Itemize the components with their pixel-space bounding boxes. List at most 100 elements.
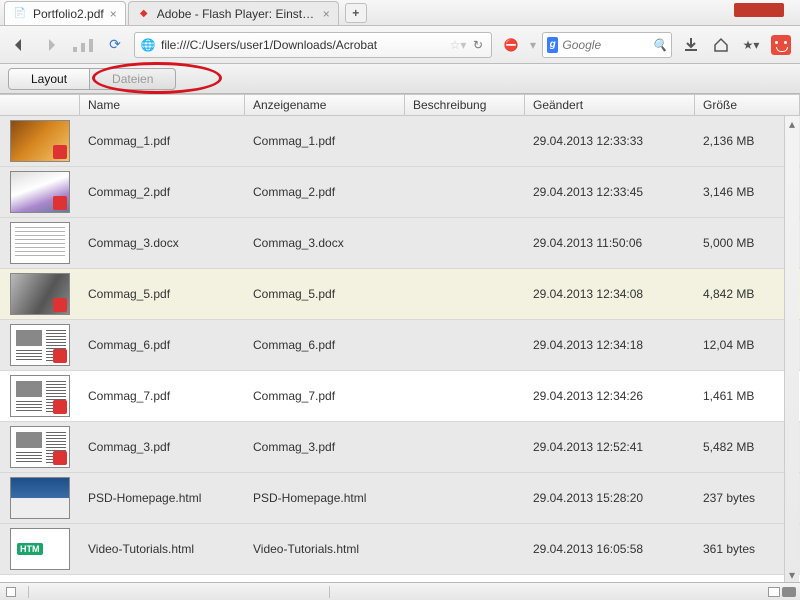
bookmark-menu-button[interactable]: ★▾ <box>738 32 764 58</box>
cell-date: 29.04.2013 12:33:33 <box>525 134 695 148</box>
tab-label: Portfolio2.pdf <box>33 7 104 21</box>
col-desc[interactable]: Beschreibung <box>405 95 525 115</box>
back-button[interactable] <box>6 32 32 58</box>
scroll-up-icon[interactable]: ▴ <box>785 116 799 131</box>
pdf-badge-icon <box>53 145 67 159</box>
cell-display: Commag_6.pdf <box>245 338 405 352</box>
cell-date: 29.04.2013 12:52:41 <box>525 440 695 454</box>
close-icon[interactable]: × <box>323 7 330 21</box>
table-body: Commag_1.pdfCommag_1.pdf29.04.2013 12:33… <box>0 116 800 575</box>
downloads-button[interactable] <box>678 32 704 58</box>
cell-name: Commag_2.pdf <box>80 185 245 199</box>
cell-display: Commag_5.pdf <box>245 287 405 301</box>
url-bar[interactable]: 🌐 ☆▾ ↻ <box>134 32 492 58</box>
col-display[interactable]: Anzeigename <box>245 95 405 115</box>
tab-label: Adobe - Flash Player: Einstellungsma… <box>157 7 317 21</box>
table-row[interactable]: PSD-Homepage.htmlPSD-Homepage.html 29.04.… <box>0 473 800 524</box>
close-icon[interactable]: × <box>110 7 117 21</box>
cell-name: Commag_3.pdf <box>80 440 245 454</box>
table-row[interactable]: Commag_3.docxCommag_3.docx29.04.2013 11:… <box>0 218 800 269</box>
cell-date: 29.04.2013 12:34:26 <box>525 389 695 403</box>
cell-display: Commag_1.pdf <box>245 134 405 148</box>
table-row[interactable]: Commag_7.pdfCommag_7.pdf 29.04.2013 12:34… <box>0 371 800 422</box>
cell-name: Commag_6.pdf <box>80 338 245 352</box>
tab-portfolio[interactable]: 📄 Portfolio2.pdf × <box>4 1 126 25</box>
cell-name: Commag_5.pdf <box>80 287 245 301</box>
table-row[interactable]: Commag_3.pdfCommag_3.pdf 29.04.2013 12:52… <box>0 422 800 473</box>
browser-navbar: ⟳ 🌐 ☆▾ ↻ ⛔ ▾ g 🔍 ★▾ <box>0 26 800 64</box>
file-thumbnail <box>10 171 70 213</box>
cell-date: 29.04.2013 15:28:20 <box>525 491 695 505</box>
file-thumbnail <box>10 273 70 315</box>
search-input[interactable] <box>562 38 648 52</box>
cell-name: Commag_3.docx <box>80 236 245 250</box>
portfolio-toolbar: Layout Dateien <box>0 64 800 94</box>
separator-icon: ▾ <box>530 38 536 52</box>
cell-name: Video-Tutorials.html <box>80 542 245 556</box>
file-thumbnail <box>10 222 70 264</box>
col-size[interactable]: Größe <box>695 95 800 115</box>
file-thumbnail <box>10 426 70 468</box>
table-header: Name Anzeigename Beschreibung Geändert G… <box>0 94 800 116</box>
pdf-badge-icon <box>53 196 67 210</box>
cell-name: PSD-Homepage.html <box>80 491 245 505</box>
table-row[interactable]: Commag_5.pdfCommag_5.pdf 29.04.2013 12:34… <box>0 269 800 320</box>
col-date[interactable]: Geändert <box>525 95 695 115</box>
status-plug-icon[interactable] <box>782 587 796 597</box>
cell-display: Commag_3.pdf <box>245 440 405 454</box>
status-bar <box>0 582 800 600</box>
cell-display: Commag_3.docx <box>245 236 405 250</box>
file-thumbnail <box>10 528 70 570</box>
dateien-button[interactable]: Dateien <box>90 68 176 90</box>
search-box[interactable]: g 🔍 <box>542 32 672 58</box>
scroll-down-icon[interactable]: ▾ <box>785 567 799 582</box>
vertical-scrollbar[interactable]: ▴ ▾ <box>784 116 799 582</box>
cell-display: Video-Tutorials.html <box>245 542 405 556</box>
table-row[interactable]: Commag_1.pdfCommag_1.pdf29.04.2013 12:33… <box>0 116 800 167</box>
new-tab-button[interactable]: + <box>345 3 367 23</box>
layout-button[interactable]: Layout <box>8 68 90 90</box>
file-list: Name Anzeigename Beschreibung Geändert G… <box>0 94 800 582</box>
pdf-badge-icon <box>53 298 67 312</box>
status-left-icon[interactable] <box>6 587 16 597</box>
home-button[interactable] <box>708 32 734 58</box>
dateien-label: Dateien <box>112 72 153 86</box>
cell-name: Commag_7.pdf <box>80 389 245 403</box>
sync-icon[interactable]: ⟳ <box>102 32 128 58</box>
col-name[interactable]: Name <box>80 95 245 115</box>
forward-button[interactable] <box>38 32 64 58</box>
pdf-favicon-icon: 📄 <box>13 7 27 21</box>
adobe-favicon-icon: ◆ <box>137 7 151 21</box>
tab-adobe[interactable]: ◆ Adobe - Flash Player: Einstellungsma… … <box>128 1 339 25</box>
reload-icon[interactable]: ↻ <box>471 38 485 52</box>
col-thumbnail[interactable] <box>0 95 80 115</box>
redacted-title-text <box>734 3 784 17</box>
status-separator <box>28 586 29 598</box>
cell-display: PSD-Homepage.html <box>245 491 405 505</box>
status-separator <box>329 586 330 598</box>
url-input[interactable] <box>161 38 445 52</box>
cell-date: 29.04.2013 12:34:08 <box>525 287 695 301</box>
star-dropdown-icon[interactable]: ☆▾ <box>451 38 465 52</box>
file-thumbnail <box>10 120 70 162</box>
cell-date: 29.04.2013 12:34:18 <box>525 338 695 352</box>
browser-tabbar: 📄 Portfolio2.pdf × ◆ Adobe - Flash Playe… <box>0 0 800 26</box>
globe-icon: 🌐 <box>141 38 155 52</box>
pdf-badge-icon <box>53 349 67 363</box>
table-row[interactable]: Commag_2.pdfCommag_2.pdf 29.04.2013 12:33… <box>0 167 800 218</box>
scroll-track[interactable] <box>785 131 799 567</box>
cell-date: 29.04.2013 12:33:45 <box>525 185 695 199</box>
table-row[interactable]: Video-Tutorials.htmlVideo-Tutorials.html… <box>0 524 800 575</box>
profile-icon[interactable] <box>768 32 794 58</box>
cell-display: Commag_7.pdf <box>245 389 405 403</box>
signal-icon[interactable] <box>70 32 96 58</box>
file-thumbnail <box>10 477 70 519</box>
status-box-icon[interactable] <box>768 587 780 597</box>
table-row[interactable]: Commag_6.pdfCommag_6.pdf 29.04.2013 12:34… <box>0 320 800 371</box>
pdf-badge-icon <box>53 451 67 465</box>
search-go-icon[interactable]: 🔍 <box>652 38 667 52</box>
file-thumbnail <box>10 324 70 366</box>
cell-display: Commag_2.pdf <box>245 185 405 199</box>
block-script-icon[interactable]: ⛔ <box>498 32 524 58</box>
layout-label: Layout <box>31 72 67 86</box>
